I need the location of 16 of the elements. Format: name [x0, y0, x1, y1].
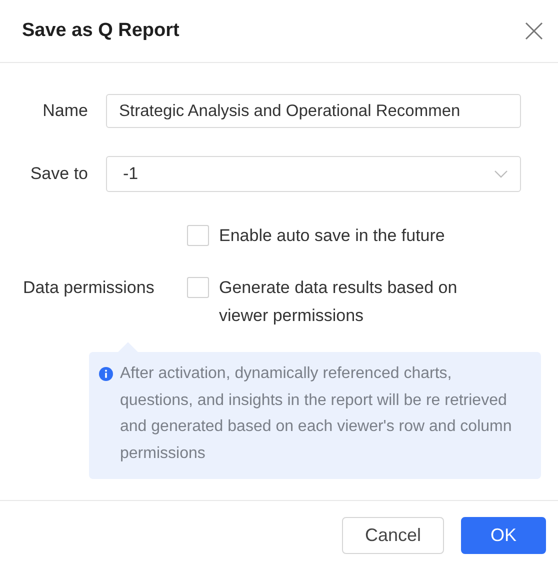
checkbox[interactable]	[187, 225, 209, 246]
field-label: Name	[42, 101, 88, 121]
checkbox-label: Enable auto save in the future	[219, 225, 446, 247]
dialog-title: Save as Q Report	[22, 20, 180, 42]
field-label: Data permissions	[22, 277, 156, 299]
checkbox-label: Generate data results based on viewer permissions	[219, 277, 458, 327]
save-to-select[interactable]: -1	[106, 156, 521, 192]
close-icon	[524, 21, 544, 41]
info-icon	[99, 367, 113, 381]
chevron-down-icon	[494, 170, 508, 178]
ok-button[interactable]: OK	[461, 517, 546, 554]
checkbox[interactable]	[187, 277, 209, 298]
field-label: Save to	[29, 164, 88, 184]
info-text: After activation, dynamically referenced charts, questions, and insights in the report will be re retrieved and generated based on each viewer's row and column permissions	[120, 364, 513, 464]
name-field[interactable]: Strategic Analysis and Operational Recommen	[106, 94, 521, 128]
cancel-button[interactable]: Cancel	[342, 517, 444, 554]
